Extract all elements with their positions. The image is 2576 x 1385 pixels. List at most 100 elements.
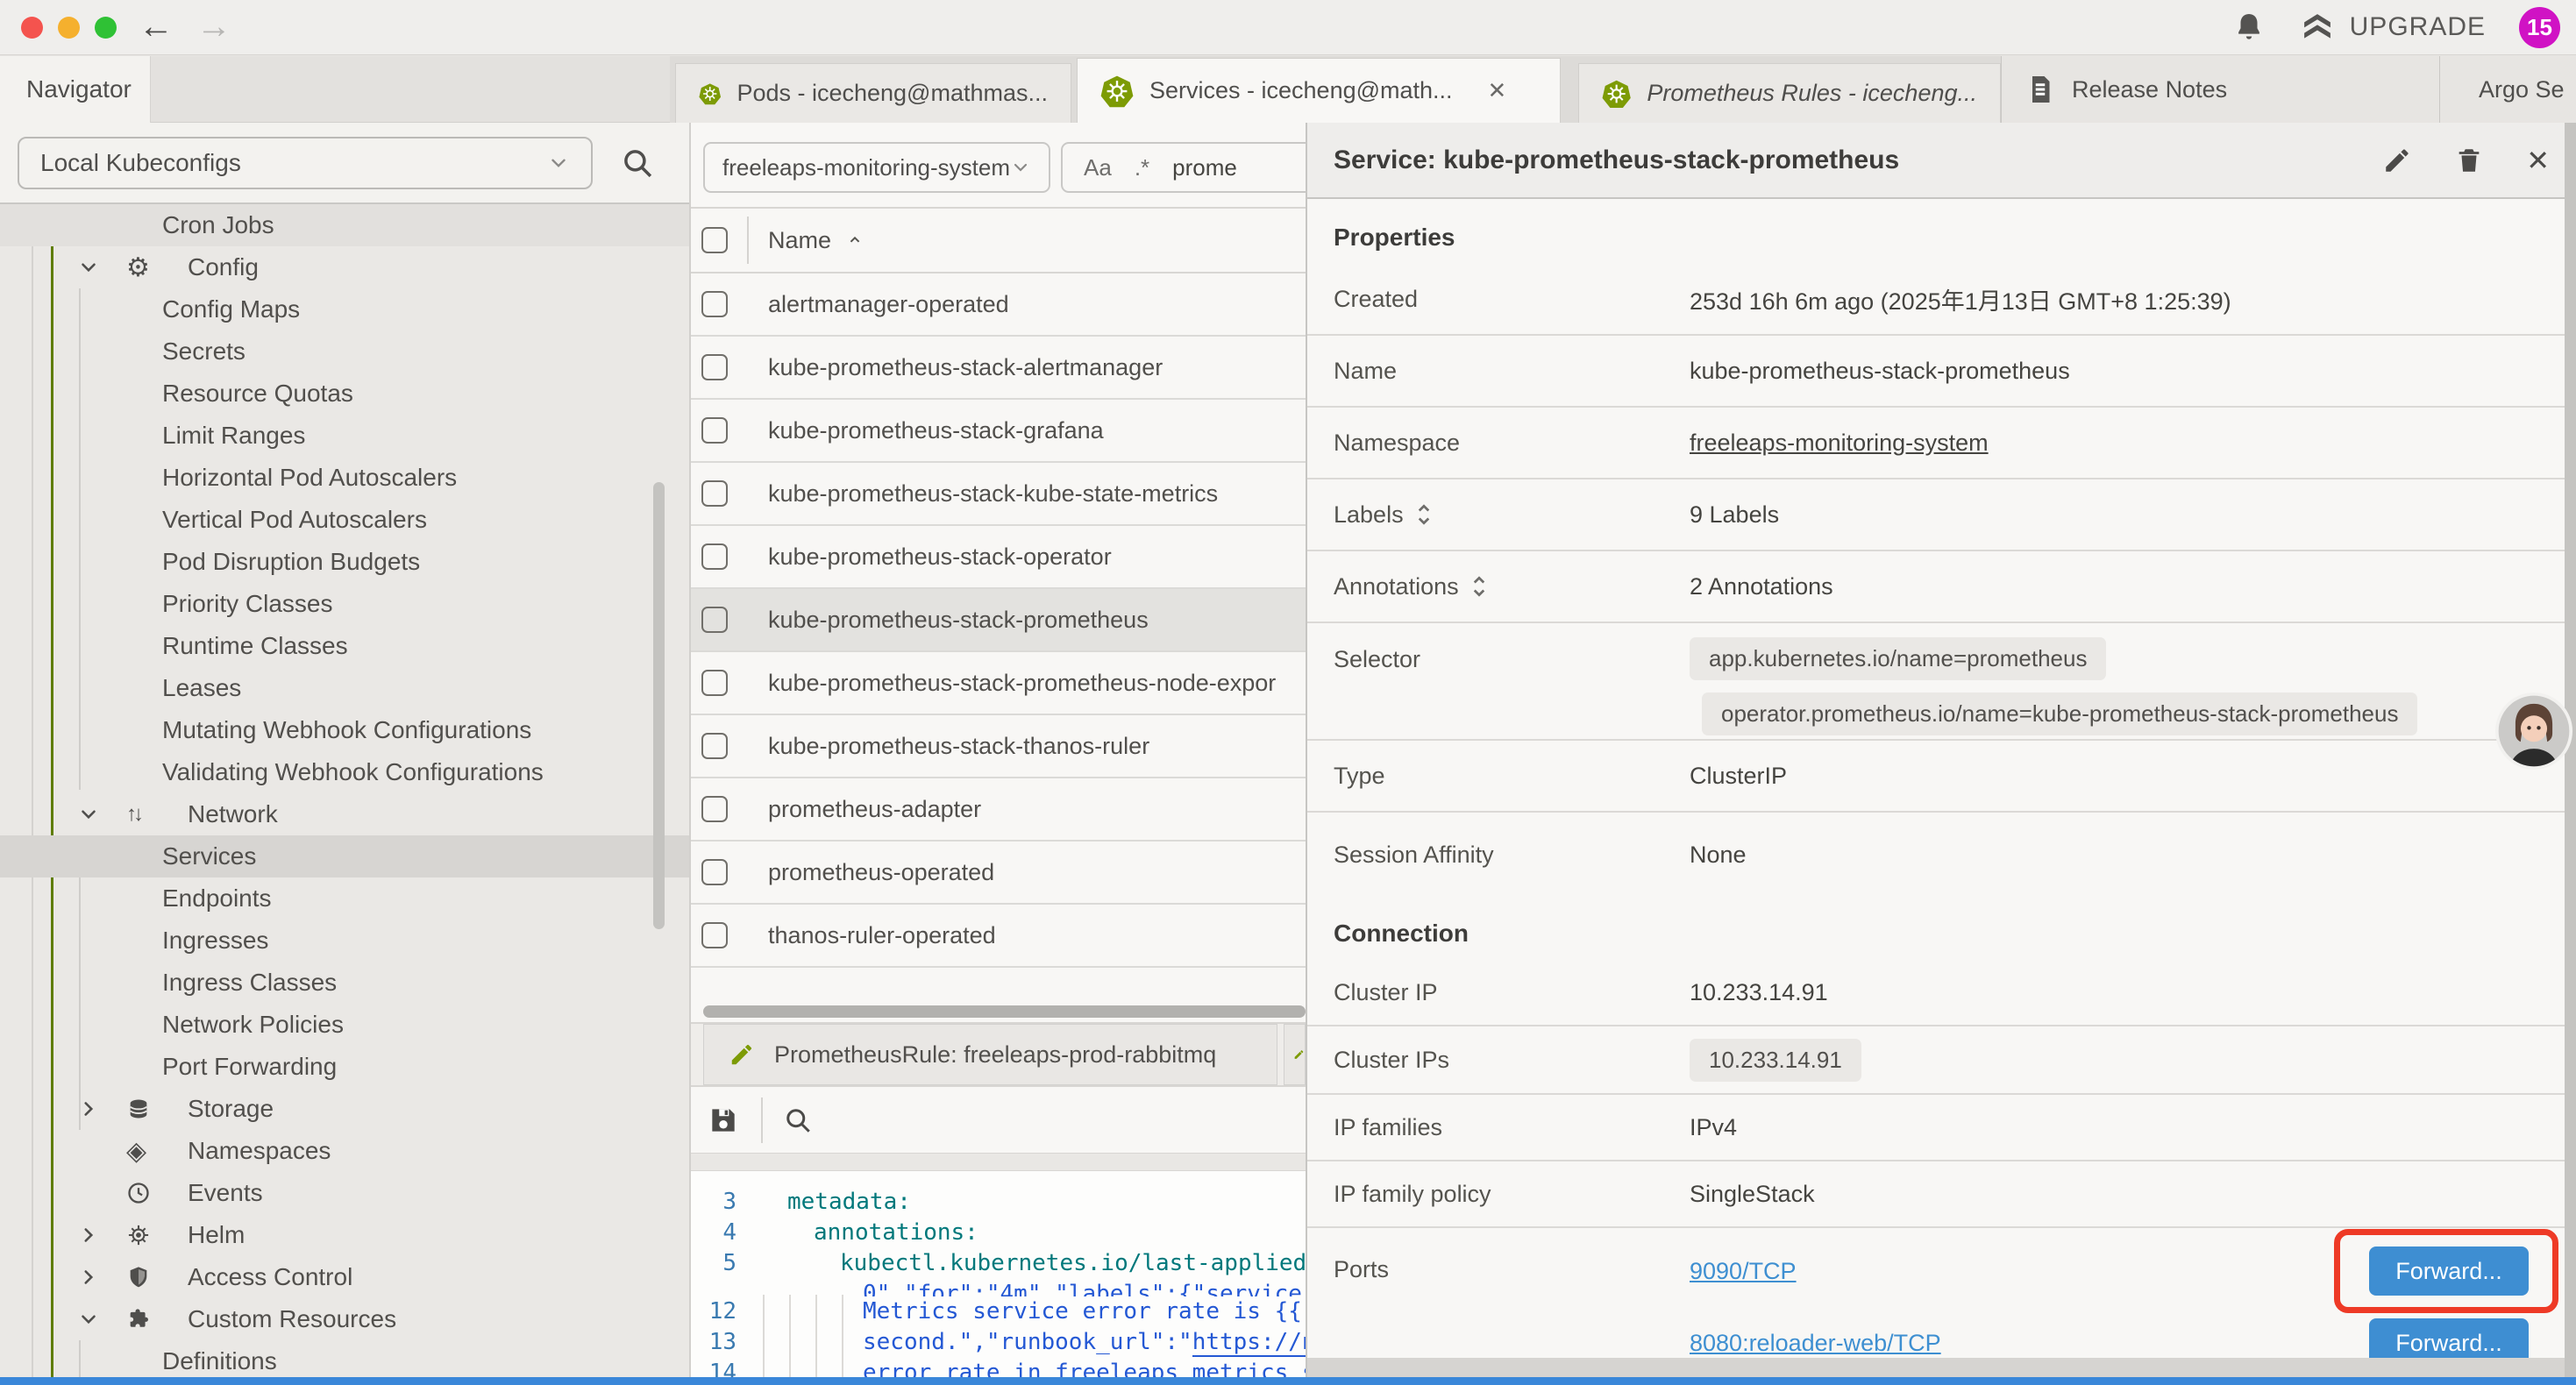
table-row[interactable]: thanos-ruler-operated xyxy=(691,905,1306,968)
kubeconfig-selector[interactable]: Local Kubeconfigs xyxy=(18,137,593,189)
labels-row: Labels 9 Labels xyxy=(1307,479,2576,551)
edit-icon[interactable] xyxy=(2382,146,2412,175)
back-button[interactable]: ← xyxy=(139,7,174,46)
chevron-down-icon[interactable] xyxy=(77,1308,126,1331)
port-link[interactable]: 8080:reloader-web/TCP xyxy=(1690,1330,1941,1357)
sidebar-item-services[interactable]: Services xyxy=(0,835,689,877)
row-checkbox[interactable] xyxy=(701,291,728,317)
table-row[interactable]: kube-prometheus-stack-alertmanager xyxy=(691,337,1306,400)
sidebar-item-pod-disruption-budgets[interactable]: Pod Disruption Budgets xyxy=(0,541,689,583)
sidebar-item-runtime-classes[interactable]: Runtime Classes xyxy=(0,625,689,667)
row-checkbox[interactable] xyxy=(701,607,728,633)
sidebar-item-resource-quotas[interactable]: Resource Quotas xyxy=(0,373,689,415)
sidebar-item-cron-jobs[interactable]: Cron Jobs xyxy=(0,204,689,246)
row-checkbox[interactable] xyxy=(701,417,728,444)
sidebar-item-port-forwarding[interactable]: Port Forwarding xyxy=(0,1046,689,1088)
notifications-bell-icon[interactable] xyxy=(2232,11,2266,44)
table-row[interactable]: kube-prometheus-stack-grafana xyxy=(691,400,1306,463)
sidebar-item-custom-resources[interactable]: Custom Resources xyxy=(0,1298,689,1340)
table-row[interactable]: kube-prometheus-stack-kube-state-metrics xyxy=(691,463,1306,526)
sidebar-item-definitions[interactable]: Definitions xyxy=(0,1340,689,1382)
tab-close-icon[interactable]: ✕ xyxy=(1488,77,1507,104)
sidebar-search-icon[interactable] xyxy=(619,145,656,181)
table-row[interactable]: prometheus-operated xyxy=(691,842,1306,905)
namespace-filter-dropdown[interactable]: freeleaps-monitoring-system xyxy=(703,142,1050,193)
horizontal-scrollbar[interactable] xyxy=(703,1005,1306,1018)
user-avatar[interactable] xyxy=(2495,692,2572,770)
name-column-header[interactable]: Name xyxy=(768,227,865,254)
yaml-editor[interactable]: 3metadata: 4annotations: 5kubectl.kubern… xyxy=(691,1171,1306,1378)
table-row[interactable]: prometheus-adapter xyxy=(691,778,1306,842)
sidebar-item-validating-webhook-configurations[interactable]: Validating Webhook Configurations xyxy=(0,751,689,793)
tab-prometheus-rules[interactable]: Prometheus Rules - icecheng... xyxy=(1578,63,2001,123)
regex-toggle[interactable]: .* xyxy=(1135,154,1149,181)
row-checkbox[interactable] xyxy=(701,354,728,380)
sidebar-item-endpoints[interactable]: Endpoints xyxy=(0,877,689,920)
delete-icon[interactable] xyxy=(2454,146,2484,175)
detail-bottom-scrollbar[interactable] xyxy=(1307,1358,2576,1377)
row-checkbox[interactable] xyxy=(701,543,728,570)
namespace-link[interactable]: freeleaps-monitoring-system xyxy=(1690,430,1989,457)
table-row[interactable]: kube-prometheus-stack-thanos-ruler xyxy=(691,715,1306,778)
chevron-right-icon[interactable] xyxy=(77,1097,126,1120)
sidebar-item-priority-classes[interactable]: Priority Classes xyxy=(0,583,689,625)
match-case-toggle[interactable]: Aa xyxy=(1084,154,1112,181)
table-row[interactable]: kube-prometheus-stack-operator xyxy=(691,526,1306,589)
chevron-down-icon[interactable] xyxy=(77,803,126,826)
minimize-window-button[interactable] xyxy=(58,17,80,39)
expand-toggle-icon[interactable] xyxy=(1471,574,1487,599)
sidebar-item-config[interactable]: ⚙ Config xyxy=(0,246,689,288)
save-icon[interactable] xyxy=(707,1104,740,1137)
row-checkbox[interactable] xyxy=(701,859,728,885)
tab-argo[interactable]: Argo Se xyxy=(2439,56,2576,123)
navigator-panel-tab[interactable]: Navigator xyxy=(0,56,151,123)
editor-search-icon[interactable] xyxy=(782,1104,814,1136)
sidebar-item-helm[interactable]: Helm xyxy=(0,1214,689,1256)
upgrade-button[interactable]: UPGRADE xyxy=(2299,9,2486,46)
sidebar-item-storage[interactable]: Storage xyxy=(0,1088,689,1130)
sidebar-item-access-control[interactable]: Access Control xyxy=(0,1256,689,1298)
table-row[interactable]: kube-prometheus-stack-prometheus-node-ex… xyxy=(691,652,1306,715)
sidebar-item-config-maps[interactable]: Config Maps xyxy=(0,288,689,330)
dock-tab-partial[interactable] xyxy=(1284,1024,1306,1085)
helm-wheel-icon xyxy=(126,1223,188,1247)
sidebar-item-leases[interactable]: Leases xyxy=(0,667,689,709)
sidebar-item-namespaces[interactable]: ◈ Namespaces xyxy=(0,1130,689,1172)
sidebar-item-network-policies[interactable]: Network Policies xyxy=(0,1004,689,1046)
row-checkbox[interactable] xyxy=(701,670,728,696)
close-icon[interactable]: ✕ xyxy=(2526,144,2550,177)
expand-toggle-icon[interactable] xyxy=(1416,502,1432,527)
chevron-right-icon[interactable] xyxy=(77,1266,126,1289)
notification-count-badge[interactable]: 15 xyxy=(2519,7,2560,48)
port-link[interactable]: 9090/TCP xyxy=(1690,1258,1797,1285)
sidebar-item-vertical-pod-autoscalers[interactable]: Vertical Pod Autoscalers xyxy=(0,499,689,541)
sidebar-item-secrets[interactable]: Secrets xyxy=(0,330,689,373)
dock-tab-prometheusrule[interactable]: PrometheusRule: freeleaps-prod-rabbitmq xyxy=(703,1024,1277,1085)
table-search-input[interactable]: Aa .* prome xyxy=(1061,142,1306,193)
code-link[interactable]: https://net xyxy=(1192,1329,1306,1357)
tab-services[interactable]: Services - icecheng@math... ✕ xyxy=(1077,58,1561,123)
close-window-button[interactable] xyxy=(21,17,43,39)
tab-label: Prometheus Rules - icecheng... xyxy=(1647,80,1977,107)
row-checkbox[interactable] xyxy=(701,480,728,507)
row-checkbox[interactable] xyxy=(701,733,728,759)
forward-button[interactable]: → xyxy=(196,7,231,46)
sidebar-item-network[interactable]: ↑↓ Network xyxy=(0,793,689,835)
sidebar-item-ingress-classes[interactable]: Ingress Classes xyxy=(0,962,689,1004)
sidebar-item-mutating-webhook-configurations[interactable]: Mutating Webhook Configurations xyxy=(0,709,689,751)
sidebar-item-limit-ranges[interactable]: Limit Ranges xyxy=(0,415,689,457)
chevron-right-icon[interactable] xyxy=(77,1224,126,1246)
table-row[interactable]: alertmanager-operated xyxy=(691,273,1306,337)
sidebar-item-ingresses[interactable]: Ingresses xyxy=(0,920,689,962)
row-checkbox[interactable] xyxy=(701,922,728,948)
tab-release-notes[interactable]: Release Notes xyxy=(2001,56,2439,123)
table-row-selected[interactable]: kube-prometheus-stack-prometheus xyxy=(691,589,1306,652)
sidebar-item-events[interactable]: Events xyxy=(0,1172,689,1214)
tab-pods[interactable]: Pods - icecheng@mathmas... xyxy=(675,63,1071,123)
sidebar-scrollbar[interactable] xyxy=(653,482,665,929)
sidebar-item-horizontal-pod-autoscalers[interactable]: Horizontal Pod Autoscalers xyxy=(0,457,689,499)
row-checkbox[interactable] xyxy=(701,796,728,822)
chevron-down-icon[interactable] xyxy=(77,256,126,279)
maximize-window-button[interactable] xyxy=(95,17,117,39)
select-all-checkbox[interactable] xyxy=(701,227,728,253)
